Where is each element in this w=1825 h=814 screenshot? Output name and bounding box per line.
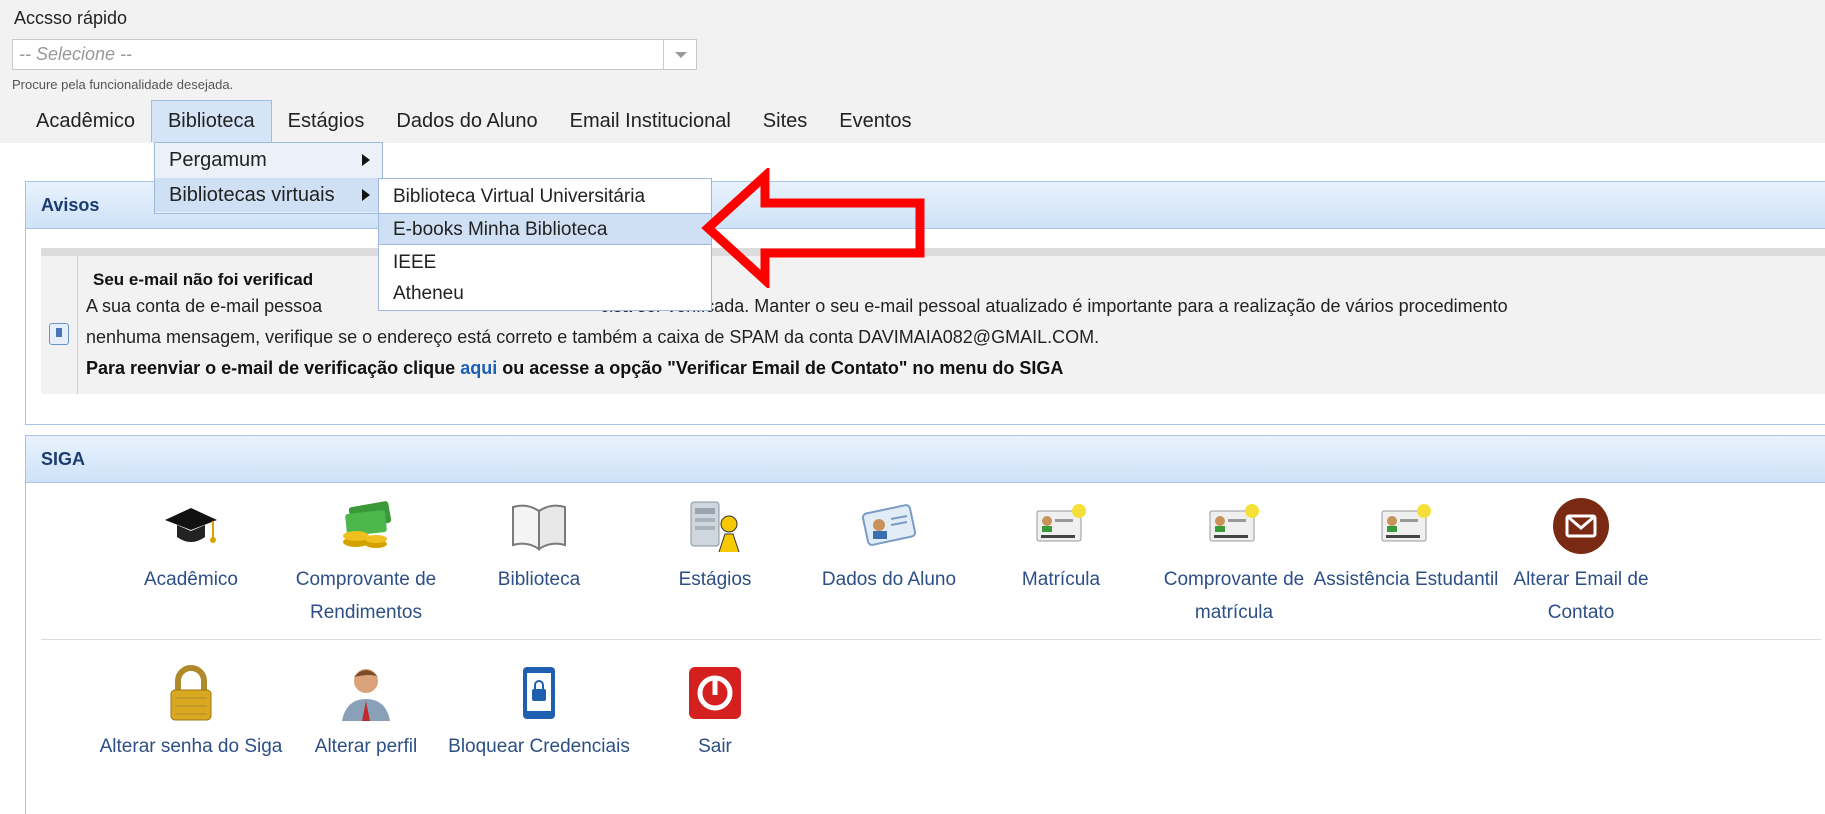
tile-label: Dados do Aluno (821, 569, 957, 590)
tile-academico[interactable]: Acadêmico (96, 491, 286, 596)
tile-biblioteca[interactable]: Biblioteca (444, 491, 634, 596)
menu-item-bibliotecas-virtuais[interactable]: Bibliotecas virtuais (155, 178, 382, 212)
money-icon (331, 491, 401, 561)
tile-sair[interactable]: Sair (620, 658, 810, 763)
tile-comprovante-matricula[interactable]: Comprovante de matrícula (1139, 491, 1329, 629)
tile-comprovante-rendimentos[interactable]: Comprovante de Rendimentos (271, 491, 461, 629)
notice-line-3: Para reenviar o e-mail de verificação cl… (86, 358, 1063, 379)
tile-alterar-email[interactable]: Alterar Email de Contato (1486, 491, 1676, 629)
badge-icon (1026, 491, 1096, 561)
submenu-arrow-icon (362, 189, 370, 201)
menu-item-ieee[interactable]: IEEE (379, 247, 711, 279)
tile-alterar-perfil[interactable]: Alterar perfil (271, 658, 461, 763)
siga-panel: SIGA Acadêmico Comprovante de Rendimento… (25, 435, 1825, 814)
tile-label: Alterar Email de Contato (1513, 569, 1649, 623)
badge-icon (1371, 491, 1441, 561)
quick-access-select[interactable]: -- Selecione -- (12, 39, 697, 70)
padlock-icon (156, 658, 226, 728)
email-verification-notice: Seu e-mail não foi verificad A sua conta… (41, 248, 1825, 394)
notice-line-1: A sua conta de e-mail pessoa cisa ser ver… (86, 296, 1508, 317)
tile-label: Sair (698, 736, 732, 757)
tile-alterar-senha[interactable]: Alterar senha do Siga (96, 658, 286, 763)
worker-icon (680, 491, 750, 561)
tile-label: Biblioteca (497, 569, 581, 590)
menu-item-biblioteca-virtual-universitaria[interactable]: Biblioteca Virtual Universitária (379, 181, 711, 213)
tile-matricula[interactable]: Matrícula (966, 491, 1156, 596)
tile-dados-do-aluno[interactable]: Dados do Aluno (794, 491, 984, 596)
notice-title: Seu e-mail não foi verificad (93, 270, 314, 289)
badge-icon (1199, 491, 1269, 561)
book-icon (504, 491, 574, 561)
resend-verification-link[interactable]: aqui (460, 358, 497, 378)
tile-label: Comprovante de Rendimentos (295, 569, 437, 623)
menu-item-sites[interactable]: Sites (747, 100, 823, 142)
siga-header: SIGA (26, 436, 1825, 483)
notice-divider (77, 256, 78, 394)
notice-line-1-start: A sua conta de e-mail pessoa (86, 296, 323, 316)
notice-line-2: nenhuma mensagem, verifique se o endereç… (86, 327, 1100, 347)
row-divider (41, 639, 1821, 640)
tile-label: Bloquear Credenciais (448, 736, 630, 757)
graduation-cap-icon (156, 491, 226, 561)
tile-assistencia-estudantil[interactable]: Assistência Estudantil (1311, 491, 1501, 596)
chevron-down-icon[interactable] (663, 40, 696, 69)
menu-item-label: Pergamum (169, 149, 267, 171)
menu-item-eventos[interactable]: Eventos (823, 100, 927, 142)
tile-bloquear-credenciais[interactable]: Bloquear Credenciais (444, 658, 634, 763)
menu-item-pergamum[interactable]: Pergamum (155, 143, 382, 177)
virtual-libraries-dropdown: Biblioteca Virtual Universitária E-books… (378, 178, 712, 311)
annotation-arrow-icon (701, 168, 925, 288)
notice-line-3-post: ou acesse a opção "Verificar Email de Co… (497, 358, 1064, 378)
id-card-icon (854, 491, 924, 561)
tile-label: Matrícula (1021, 569, 1101, 590)
menu-item-academico[interactable]: Acadêmico (20, 100, 151, 142)
tile-label: Alterar senha do Siga (99, 736, 283, 757)
menu-item-atheneu[interactable]: Atheneu (379, 278, 711, 310)
submenu-arrow-icon (362, 154, 370, 166)
notice-line-3-pre: Para reenviar o e-mail de verificação cl… (86, 358, 461, 378)
user-icon (331, 658, 401, 728)
tile-label: Alterar perfil (314, 736, 418, 757)
menu-item-biblioteca[interactable]: Biblioteca (150, 100, 272, 142)
tile-estagios[interactable]: Estágios (620, 491, 810, 596)
tile-label: Acadêmico (144, 569, 238, 590)
menu-item-dados-do-aluno[interactable]: Dados do Aluno (380, 100, 553, 142)
envelope-icon (1546, 491, 1616, 561)
main-menu: Acadêmico Biblioteca Estágios Dados do A… (20, 100, 928, 142)
menu-item-ebooks-minha-biblioteca[interactable]: E-books Minha Biblioteca (379, 213, 711, 245)
menu-item-label: Bibliotecas virtuais (169, 184, 335, 206)
biblioteca-dropdown: Pergamum Bibliotecas virtuais (154, 142, 383, 214)
quick-access-label: Accsso rápido (14, 8, 128, 28)
notice-line-1-end: cisa ser verificada. Manter o seu e-mail… (600, 296, 1508, 316)
tile-label: Estágios (678, 569, 752, 590)
quick-access-select-value: -- Selecione -- (19, 44, 133, 64)
tile-label: Comprovante de matrícula (1163, 569, 1305, 623)
pin-icon (49, 323, 69, 345)
menu-item-estagios[interactable]: Estágios (272, 100, 381, 142)
phone-lock-icon (504, 658, 574, 728)
quick-access-hint: Procure pela funcionalidade desejada. (12, 77, 234, 92)
tile-label: Assistência Estudantil (1313, 569, 1499, 590)
menu-item-email-institucional[interactable]: Email Institucional (554, 100, 747, 142)
top-area: Accsso rápido -- Selecione -- Procure pe… (0, 0, 1825, 143)
power-icon (680, 658, 750, 728)
